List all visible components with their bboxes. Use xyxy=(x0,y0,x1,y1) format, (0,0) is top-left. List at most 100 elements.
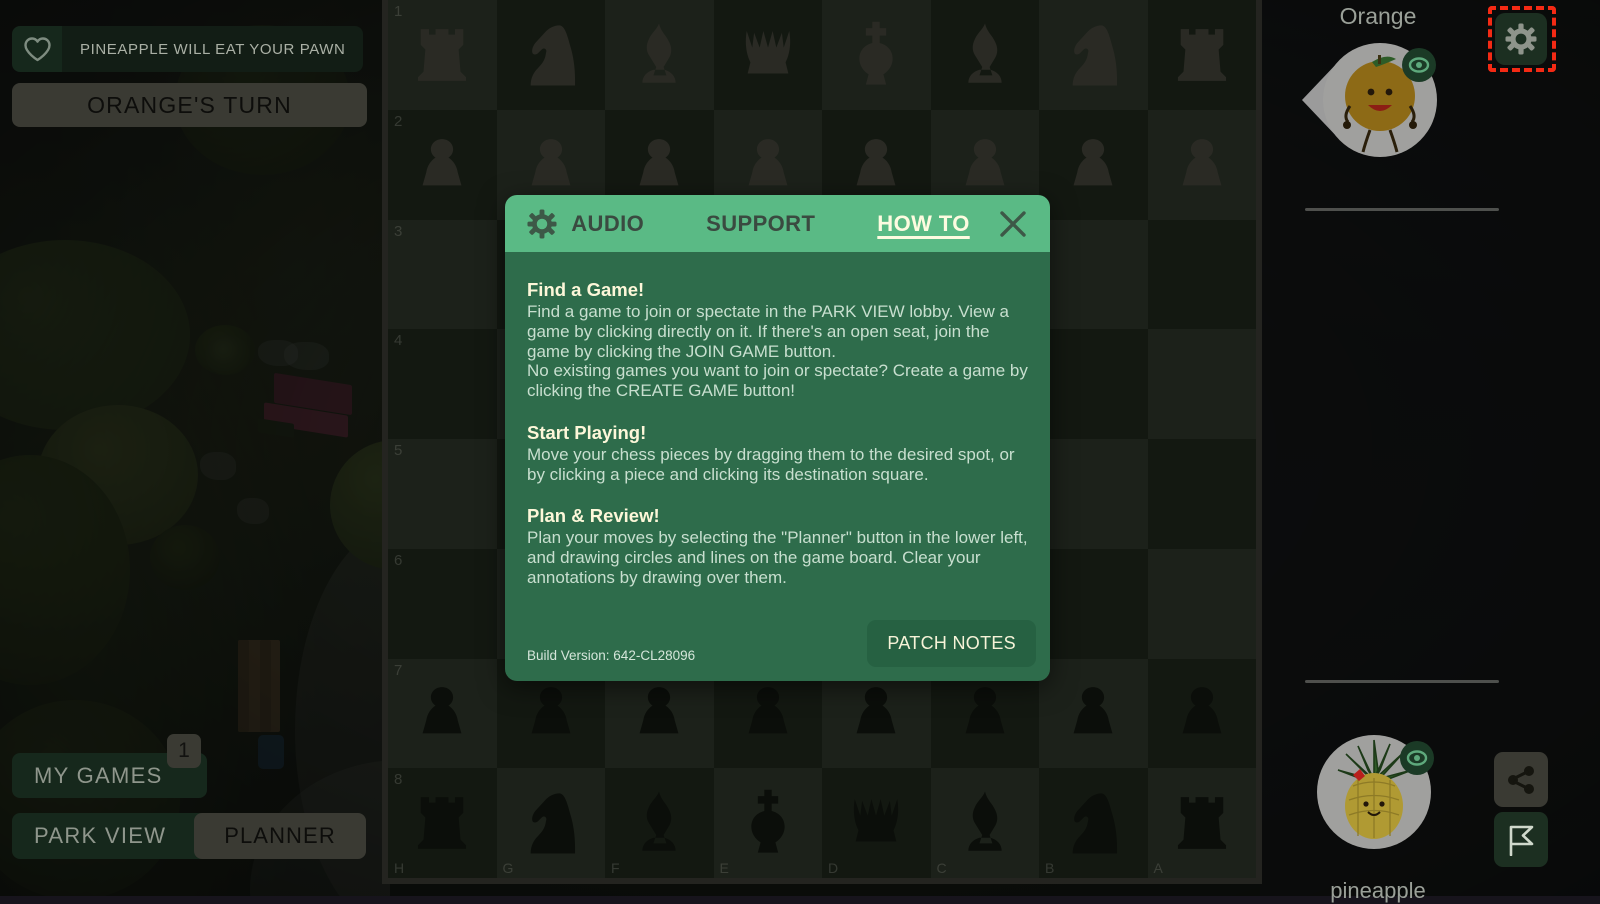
board-square-B8[interactable]: B xyxy=(1039,768,1148,878)
patch-notes-label: PATCH NOTES xyxy=(887,633,1016,653)
player-avatar[interactable] xyxy=(1308,722,1458,862)
flag-icon xyxy=(1509,825,1534,856)
park-view-label: PARK VIEW xyxy=(34,823,167,848)
section-body-find-a-game: Find a game to join or spectate in the P… xyxy=(527,302,1028,400)
board-square-C1[interactable] xyxy=(930,0,1039,110)
board-square-G8[interactable]: G xyxy=(496,768,605,878)
player-name: pineapple xyxy=(1330,878,1426,903)
chess-piece-black-B[interactable] xyxy=(948,786,1022,860)
board-square-D8[interactable]: D xyxy=(822,768,931,878)
board-square-H8[interactable]: 8H xyxy=(388,768,497,878)
modal-tabs: AUDIO SUPPORT HOW TO xyxy=(557,211,984,237)
chess-piece-black-R[interactable] xyxy=(1165,786,1239,860)
board-square-F1[interactable] xyxy=(605,0,714,110)
chess-piece-white-P[interactable] xyxy=(1056,128,1130,202)
chess-piece-white-N[interactable] xyxy=(514,18,588,92)
gear-icon xyxy=(527,208,557,239)
board-square-A4[interactable] xyxy=(1147,329,1256,439)
chess-piece-black-N[interactable] xyxy=(514,786,588,860)
board-square-B1[interactable] xyxy=(1039,0,1148,110)
board-square-H6[interactable]: 6 xyxy=(388,548,497,659)
chess-piece-white-P[interactable] xyxy=(1165,128,1239,202)
chess-piece-white-B[interactable] xyxy=(622,18,696,92)
chess-piece-black-B[interactable] xyxy=(622,786,696,860)
board-square-B4[interactable] xyxy=(1039,329,1148,439)
chess-piece-white-R[interactable] xyxy=(1165,18,1239,92)
chess-piece-white-P[interactable] xyxy=(622,128,696,202)
chess-piece-black-P[interactable] xyxy=(405,676,479,750)
tab-audio[interactable]: AUDIO xyxy=(571,211,644,237)
board-square-B2[interactable] xyxy=(1039,109,1148,220)
board-square-H5[interactable]: 5 xyxy=(388,439,497,549)
picnic-table xyxy=(250,372,355,455)
board-square-A8[interactable]: A xyxy=(1147,768,1256,878)
patch-notes-button[interactable]: PATCH NOTES xyxy=(867,620,1036,667)
file-label: F xyxy=(611,860,620,876)
section-body-plan-review: Plan your moves by selecting the "Planne… xyxy=(527,528,1028,587)
chess-piece-white-P[interactable] xyxy=(514,128,588,202)
park-view-button[interactable]: PARK VIEW xyxy=(12,813,207,859)
board-square-H2[interactable]: 2 xyxy=(388,109,497,220)
tab-how-to[interactable]: HOW TO xyxy=(877,211,969,237)
close-icon[interactable] xyxy=(998,209,1028,239)
chess-piece-black-P[interactable] xyxy=(839,676,913,750)
chess-piece-white-P[interactable] xyxy=(839,128,913,202)
board-square-F8[interactable]: F xyxy=(605,768,714,878)
chess-piece-black-Q[interactable] xyxy=(839,786,913,860)
my-games-count-badge: 1 xyxy=(167,734,201,768)
board-square-C8[interactable]: C xyxy=(930,768,1039,878)
planner-button[interactable]: PLANNER xyxy=(194,813,366,859)
chess-piece-black-P[interactable] xyxy=(1165,676,1239,750)
chess-piece-white-P[interactable] xyxy=(948,128,1022,202)
chess-piece-white-R[interactable] xyxy=(405,18,479,92)
board-square-H1[interactable]: 1 xyxy=(388,0,497,110)
chess-piece-black-P[interactable] xyxy=(1056,676,1130,750)
board-square-A2[interactable] xyxy=(1147,109,1256,220)
board-square-E1[interactable] xyxy=(713,0,822,110)
heart-icon xyxy=(12,26,62,72)
board-square-A1[interactable] xyxy=(1147,0,1256,110)
chess-piece-white-B[interactable] xyxy=(948,18,1022,92)
tab-support[interactable]: SUPPORT xyxy=(706,211,815,237)
rank-label: 3 xyxy=(394,222,403,240)
resign-flag-button[interactable] xyxy=(1494,812,1548,867)
chess-piece-white-N[interactable] xyxy=(1056,18,1130,92)
chess-piece-black-P[interactable] xyxy=(948,676,1022,750)
notification-toast: PINEAPPLE WILL EAT YOUR PAWN xyxy=(12,26,364,72)
file-label: D xyxy=(828,860,839,876)
board-square-H4[interactable]: 4 xyxy=(388,329,497,439)
board-square-E8[interactable]: E xyxy=(713,768,822,878)
chess-piece-white-P[interactable] xyxy=(731,128,805,202)
board-square-A5[interactable] xyxy=(1147,439,1256,549)
board-square-A7[interactable] xyxy=(1147,658,1256,769)
park-rock xyxy=(284,342,329,370)
chess-piece-black-R[interactable] xyxy=(405,786,479,860)
board-square-D1[interactable] xyxy=(822,0,931,110)
opponent-avatar[interactable] xyxy=(1288,30,1466,170)
section-body-start-playing: Move your chess pieces by dragging them … xyxy=(527,444,1015,484)
chess-piece-white-Q[interactable] xyxy=(731,18,805,92)
chess-piece-black-P[interactable] xyxy=(731,676,805,750)
chess-piece-black-K[interactable] xyxy=(731,786,805,860)
file-label: B xyxy=(1045,860,1055,876)
board-square-A6[interactable] xyxy=(1147,548,1256,659)
chess-piece-black-P[interactable] xyxy=(514,676,588,750)
chess-piece-black-N[interactable] xyxy=(1056,786,1130,860)
rank-label: 7 xyxy=(394,661,403,679)
rank-label: 5 xyxy=(394,442,403,459)
park-rock xyxy=(237,498,269,524)
opponent-name: Orange xyxy=(1339,3,1417,29)
board-square-A3[interactable] xyxy=(1147,219,1256,330)
board-square-H7[interactable]: 7 xyxy=(388,658,497,769)
chess-piece-white-K[interactable] xyxy=(839,18,913,92)
board-square-B6[interactable] xyxy=(1039,548,1148,659)
board-square-B5[interactable] xyxy=(1039,439,1148,549)
board-square-H3[interactable]: 3 xyxy=(388,219,497,330)
rank-label: 4 xyxy=(394,332,403,350)
chess-piece-black-P[interactable] xyxy=(622,676,696,750)
board-square-G1[interactable] xyxy=(496,0,605,110)
share-button[interactable] xyxy=(1494,752,1548,807)
board-square-B7[interactable] xyxy=(1039,658,1148,769)
chess-piece-white-P[interactable] xyxy=(405,128,479,202)
board-square-B3[interactable] xyxy=(1039,219,1148,330)
